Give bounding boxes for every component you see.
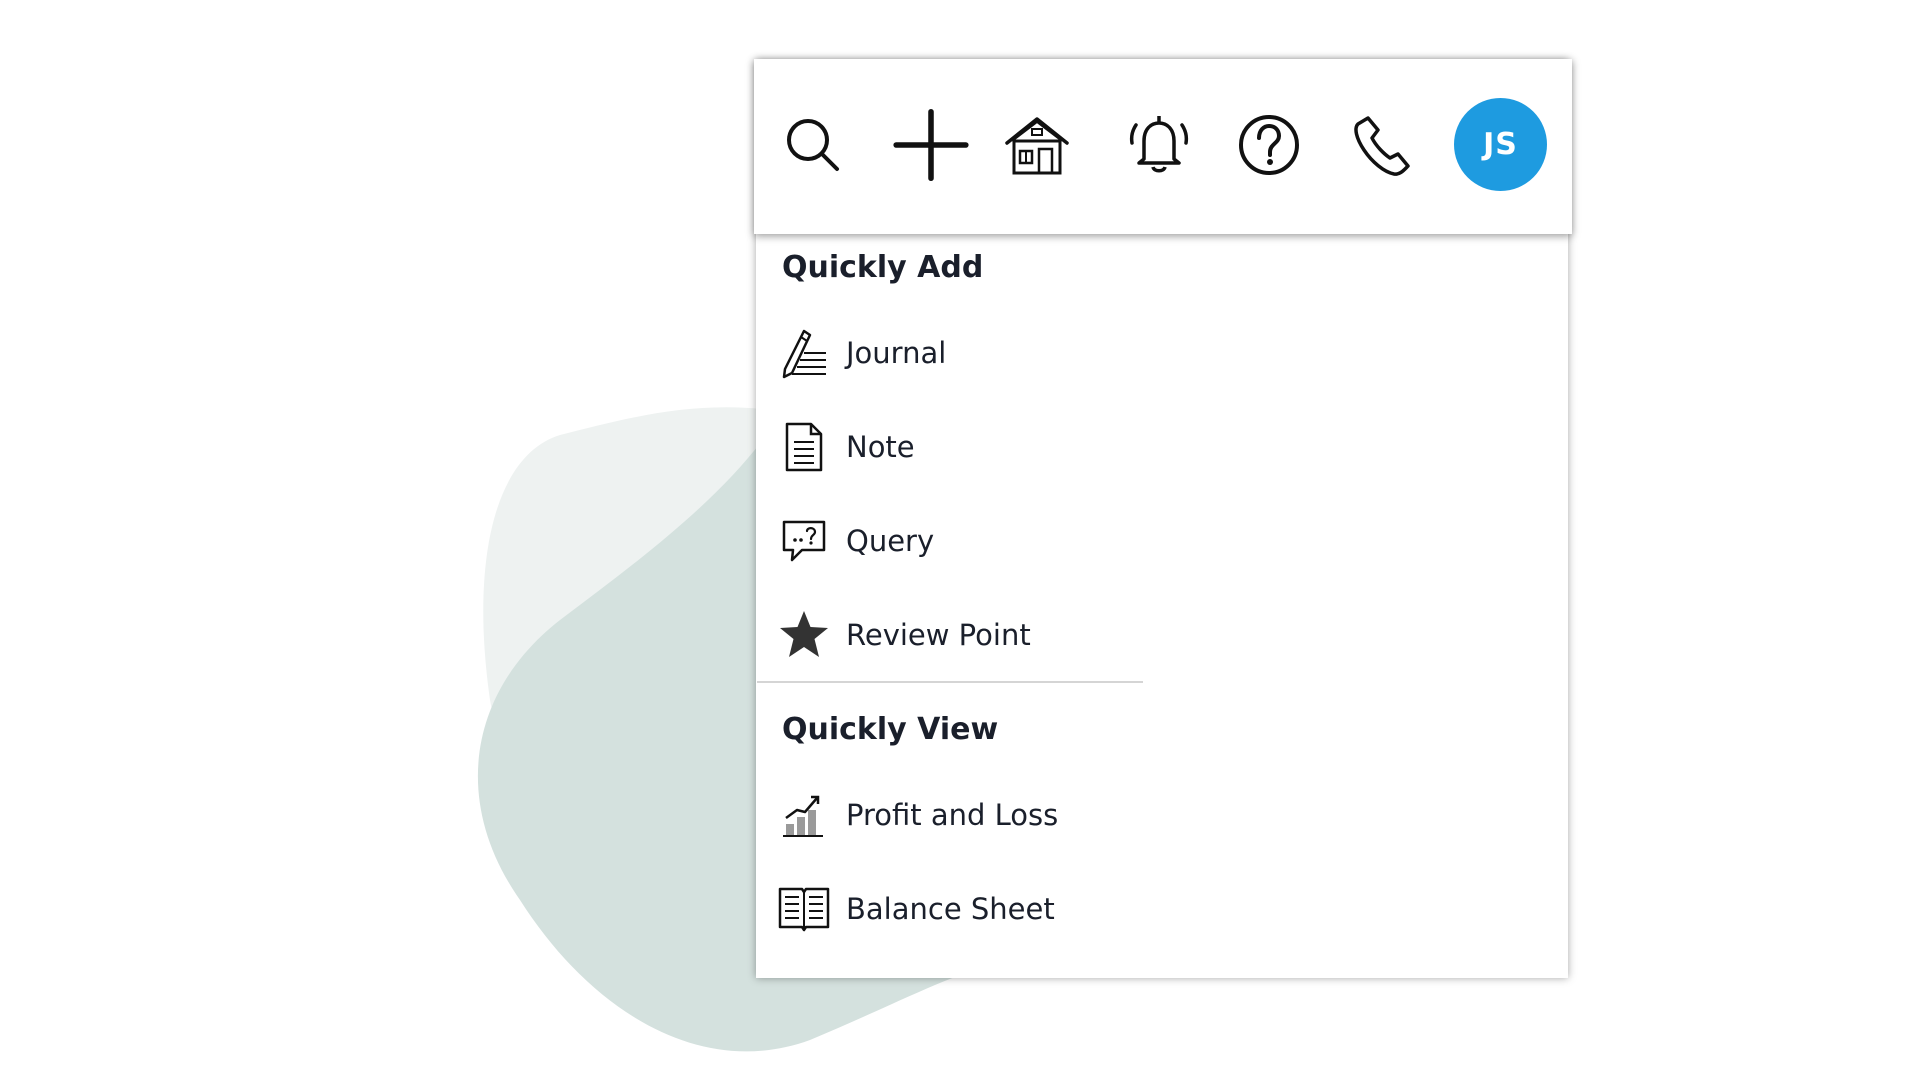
- plus-icon[interactable]: [893, 95, 969, 195]
- quick-view-heading: Quickly View: [782, 712, 999, 747]
- bell-icon[interactable]: [1121, 95, 1197, 195]
- help-icon[interactable]: [1231, 95, 1307, 195]
- search-icon[interactable]: [775, 95, 851, 195]
- menu-item-label: Note: [846, 430, 915, 464]
- avatar-initials: JS: [1483, 127, 1518, 162]
- menu-item-profit-and-loss[interactable]: Profit and Loss: [776, 780, 1256, 850]
- menu-item-label: Query: [846, 524, 935, 558]
- menu-item-balance-sheet[interactable]: Balance Sheet: [776, 874, 1256, 944]
- document-icon: [776, 419, 832, 475]
- pencil-lines-icon: [776, 325, 832, 381]
- section-divider: [757, 681, 1143, 683]
- home-icon[interactable]: [999, 95, 1075, 195]
- menu-item-label: Profit and Loss: [846, 798, 1059, 832]
- menu-item-journal[interactable]: Journal: [776, 318, 1256, 388]
- canvas: JS Quickly Add Journal Note Query Review…: [0, 0, 1920, 1080]
- menu-item-label: Balance Sheet: [846, 892, 1055, 926]
- menu-item-label: Review Point: [846, 618, 1031, 652]
- bar-chart-icon: [776, 787, 832, 843]
- menu-item-label: Journal: [846, 336, 947, 370]
- quick-add-heading: Quickly Add: [782, 250, 984, 285]
- menu-item-query[interactable]: Query: [776, 506, 1256, 576]
- phone-icon[interactable]: [1345, 95, 1421, 195]
- star-icon: [776, 607, 832, 663]
- speech-bubble-question-icon: [776, 513, 832, 569]
- menu-item-review-point[interactable]: Review Point: [776, 600, 1256, 670]
- open-book-icon: [776, 881, 832, 937]
- user-avatar[interactable]: JS: [1454, 98, 1547, 191]
- menu-item-note[interactable]: Note: [776, 412, 1256, 482]
